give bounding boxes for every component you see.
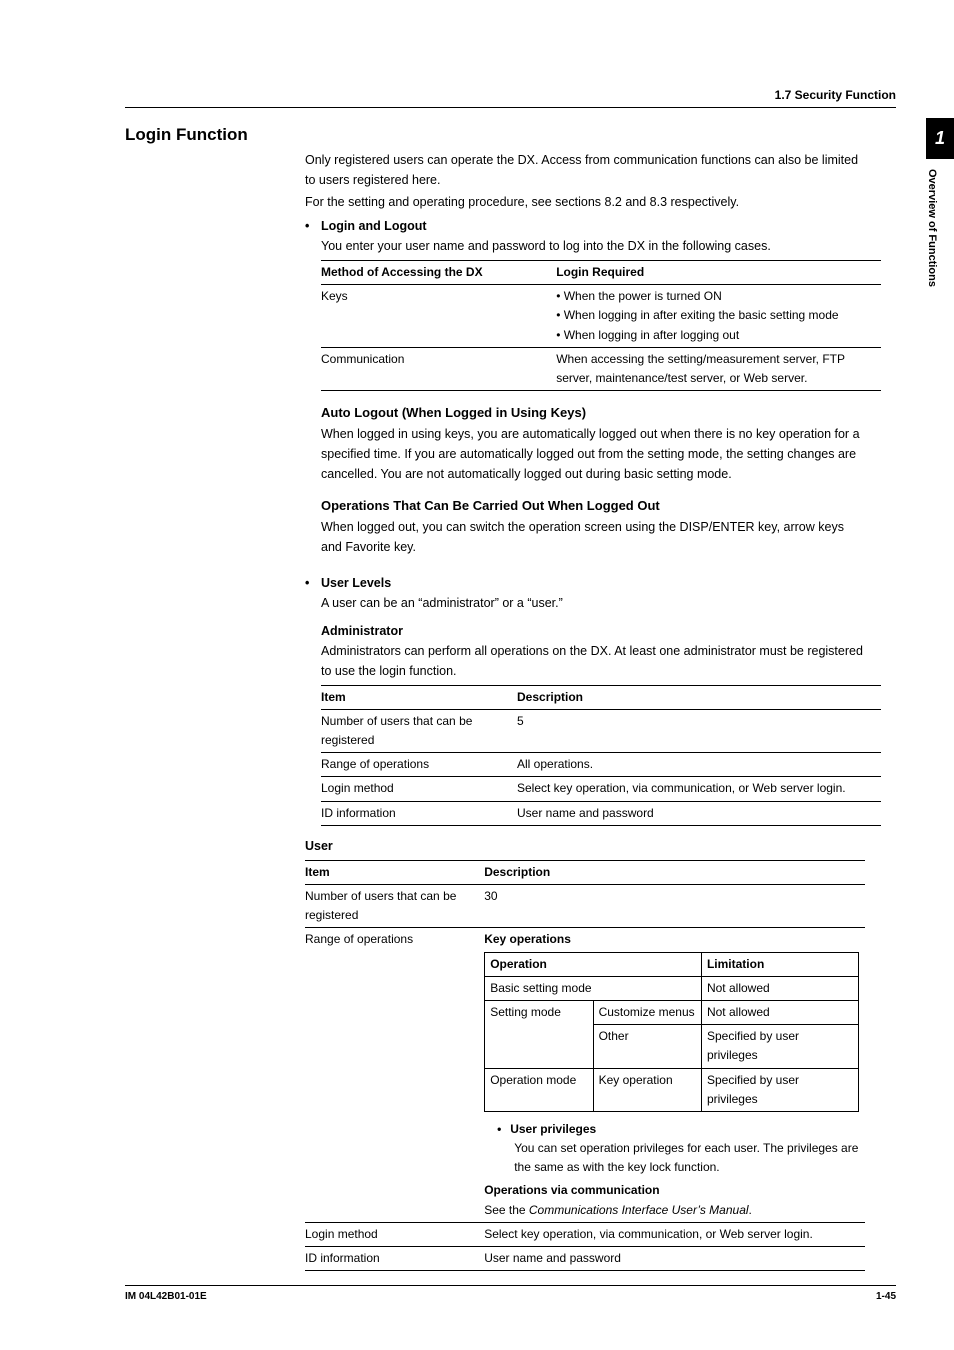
chapter-label: Overview of Functions [926, 159, 944, 287]
td: 30 [484, 885, 865, 928]
main-content: Only registered users can operate the DX… [305, 150, 865, 1281]
heading-administrator: Administrator [321, 621, 865, 641]
login-logout-desc: You enter your user name and password to… [321, 236, 865, 256]
logged-out-body: When logged out, you can switch the oper… [321, 517, 865, 557]
td: Select key operation, via communication,… [517, 777, 881, 801]
td: ID information [305, 1247, 484, 1271]
th-limitation: Limitation [701, 952, 858, 976]
th-desc: Description [517, 685, 881, 709]
heading-user: User [305, 836, 865, 856]
table-user: Item Description Number of users that ca… [305, 860, 865, 1271]
intro-p2: For the setting and operating procedure,… [305, 192, 865, 212]
intro-p1: Only registered users can operate the DX… [305, 150, 865, 190]
admin-desc: Administrators can perform all operation… [321, 641, 865, 681]
td-range-label: Range of operations [305, 928, 484, 1222]
td: ID information [321, 801, 517, 825]
td: Select key operation, via communication,… [484, 1222, 865, 1246]
li: When the power is turned ON [564, 289, 722, 303]
th-operation: Operation [485, 952, 702, 976]
td-range-content: Key operations Operation Limitation Basi… [484, 928, 865, 1222]
heading-ops-via-comm: Operations via communication [484, 1181, 859, 1200]
td: Not allowed [701, 1000, 858, 1024]
heading-auto-logout: Auto Logout (When Logged in Using Keys) [321, 403, 865, 424]
td: Range of operations [321, 753, 517, 777]
th-desc: Description [484, 860, 865, 884]
td: 5 [517, 709, 881, 752]
td-comm-desc: When accessing the setting/measurement s… [556, 347, 881, 390]
footer-doc-id: IM 04L42B01-01E [125, 1291, 207, 1302]
txt-italic: Communications Interface User’s Manual [529, 1203, 749, 1217]
td: Login method [321, 777, 517, 801]
td: Specified by user privileges [701, 1025, 858, 1068]
auto-logout-body: When logged in using keys, you are autom… [321, 424, 865, 484]
td: Number of users that can be registered [321, 709, 517, 752]
user-levels-desc: A user can be an “administrator” or a “u… [321, 593, 865, 613]
heading-login-function: Login Function [125, 125, 248, 145]
th-login-required: Login Required [556, 261, 881, 285]
txt: . [749, 1203, 752, 1217]
td: Other [593, 1025, 701, 1068]
table-admin: Item Description Number of users that ca… [321, 685, 881, 826]
td-comm: Communication [321, 347, 556, 390]
user-privileges-body: You can set operation privileges for eac… [514, 1139, 859, 1177]
side-tab: 1 Overview of Functions [926, 118, 954, 287]
heading-login-logout: Login and Logout [321, 216, 427, 236]
td: Not allowed [701, 976, 858, 1000]
heading-logged-out-ops: Operations That Can Be Carried Out When … [321, 496, 865, 517]
td: All operations. [517, 753, 881, 777]
chapter-number: 1 [926, 118, 954, 159]
heading-user-levels: User Levels [321, 573, 391, 593]
ops-via-comm-body: See the Communications Interface User’s … [484, 1201, 859, 1220]
bullet-icon: • [305, 216, 321, 236]
td: Number of users that can be registered [305, 885, 484, 928]
td: User name and password [517, 801, 881, 825]
page-footer: IM 04L42B01-01E 1-45 [125, 1285, 896, 1302]
td-keys-items: • When the power is turned ON • When log… [556, 285, 881, 348]
key-operations-label: Key operations [484, 930, 859, 949]
th-method: Method of Accessing the DX [321, 261, 556, 285]
table-login-required: Method of Accessing the DX Login Require… [321, 260, 881, 391]
td: Login method [305, 1222, 484, 1246]
bullet-icon: • [305, 573, 321, 593]
td: User name and password [484, 1247, 865, 1271]
li: When logging in after logging out [564, 328, 739, 342]
td: Key operation [593, 1068, 701, 1111]
section-header: 1.7 Security Function [775, 88, 896, 102]
td: Setting mode [485, 1000, 593, 1068]
td: Basic setting mode [485, 976, 702, 1000]
li: When logging in after exiting the basic … [564, 308, 839, 322]
txt: See the [484, 1203, 529, 1217]
td: Specified by user privileges [701, 1068, 858, 1111]
th-item: Item [321, 685, 517, 709]
heading-user-privileges: User privileges [510, 1122, 596, 1136]
td-keys: Keys [321, 285, 556, 348]
td: Operation mode [485, 1068, 593, 1111]
th-item: Item [305, 860, 484, 884]
td: Customize menus [593, 1000, 701, 1024]
user-privileges-row: •User privileges [496, 1120, 859, 1139]
top-rule [125, 107, 896, 108]
table-key-operations: Operation Limitation Basic setting mode … [484, 952, 859, 1112]
footer-page-number: 1-45 [876, 1291, 896, 1302]
